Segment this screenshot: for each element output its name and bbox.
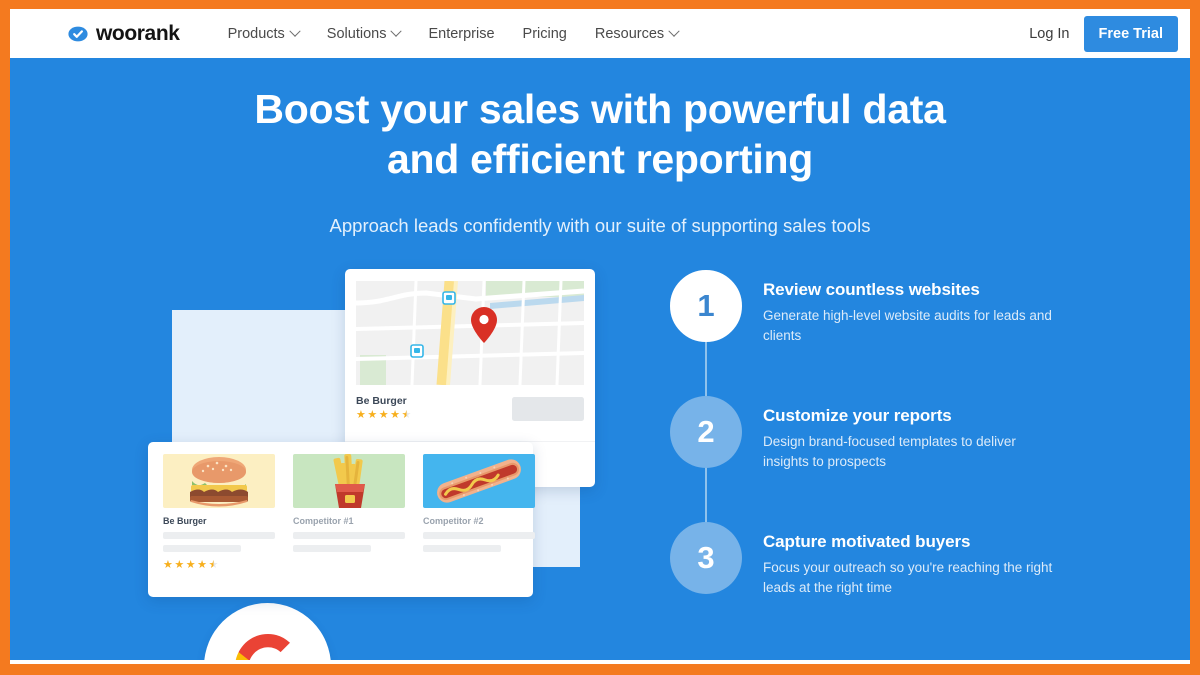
result-item[interactable]: Competitor #2 — [423, 454, 535, 571]
brand-name: woorank — [96, 22, 180, 45]
nav-label: Solutions — [326, 25, 387, 42]
step-number-badge: 3 — [670, 522, 742, 595]
hero-heading-line-1: Boost your sales with powerful data — [254, 86, 946, 132]
result-placeholder-bar — [163, 545, 242, 553]
star-icon: ★ — [378, 409, 389, 422]
step-title: Review countless websites — [763, 280, 980, 300]
step-description: Generate high-level website audits for l… — [763, 308, 1052, 343]
nav-label: Resources — [594, 25, 665, 42]
result-placeholder-bar — [163, 532, 275, 540]
chevron-down-icon — [390, 25, 403, 37]
star-icon: ★ — [163, 559, 173, 572]
star-half-icon: ★ — [401, 409, 412, 422]
step-connector-line — [705, 340, 707, 399]
chevron-down-icon — [668, 25, 680, 37]
map-thumbnail[interactable] — [356, 281, 584, 386]
nav-label: Pricing — [522, 25, 567, 42]
hotdog-image — [423, 454, 535, 509]
step-title: Capture motivated buyers — [763, 532, 971, 552]
hero-bottom-strip — [10, 660, 1190, 664]
result-placeholder-bar — [423, 545, 502, 553]
step-item-3: 3 Capture motivated buyers Focus your ou… — [670, 522, 1110, 648]
hero-heading-line-2: and efficient reporting — [387, 136, 813, 183]
results-grid: Be Burger ★ ★ ★ ★ ★ Competitor #1 Compet… — [163, 454, 535, 571]
step-number-badge: 2 — [670, 396, 742, 469]
result-item[interactable]: Competitor #1 — [293, 454, 405, 571]
map-card-info: Be Burger ★ ★ ★ ★ ★ — [356, 395, 584, 422]
steps-list: 1 Review countless websites Generate hig… — [670, 270, 1110, 648]
step-marker: 1 — [670, 270, 742, 399]
step-title: Customize your reports — [763, 406, 952, 426]
step-content: Review countless websites Generate high-… — [763, 270, 1055, 345]
star-icon: ★ — [356, 409, 366, 422]
chevron-down-icon — [289, 25, 301, 37]
step-marker: 2 — [670, 396, 742, 525]
result-item[interactable]: Be Burger ★ ★ ★ ★ ★ — [163, 454, 275, 571]
result-placeholder-bar — [423, 532, 535, 540]
step-description: Design brand-focused templates to delive… — [763, 434, 1016, 469]
login-link[interactable]: Log In — [1015, 20, 1083, 48]
step-marker: 3 — [670, 522, 742, 595]
burger-image — [163, 454, 275, 509]
result-placeholder-bar — [293, 532, 405, 540]
result-name: Competitor #2 — [423, 516, 484, 527]
nav-item-pricing[interactable]: Pricing — [509, 20, 581, 48]
nav-label: Enterprise — [428, 25, 495, 42]
rating-stars: ★ ★ ★ ★ ★ — [163, 560, 275, 571]
star-icon: ★ — [390, 409, 400, 422]
star-icon: ★ — [367, 409, 378, 422]
star-icon: ★ — [174, 559, 185, 572]
fries-image — [293, 454, 405, 509]
search-results-card[interactable]: Be Burger ★ ★ ★ ★ ★ Competitor #1 Compet… — [148, 442, 535, 598]
nav-label: Products — [227, 25, 285, 42]
nav-item-solutions[interactable]: Solutions — [313, 20, 415, 48]
step-content: Capture motivated buyers Focus your outr… — [763, 522, 1055, 597]
hero-body: Be Burger ★ ★ ★ ★ ★ Be Burger ★ ★ ★ ★ ★ … — [10, 266, 1190, 664]
step-number-badge: 1 — [670, 270, 742, 343]
product-illustration: Be Burger ★ ★ ★ ★ ★ Be Burger ★ ★ ★ ★ ★ … — [10, 266, 650, 664]
star-icon: ★ — [185, 559, 196, 572]
placeholder-thumbnail — [512, 397, 584, 422]
nav-item-enterprise[interactable]: Enterprise — [414, 20, 508, 48]
star-icon: ★ — [197, 559, 207, 572]
step-item-1: 1 Review countless websites Generate hig… — [670, 270, 1110, 399]
page-content: woorank Products Solutions Enterprise Pr… — [10, 9, 1190, 664]
browser-frame: woorank Products Solutions Enterprise Pr… — [0, 0, 1200, 675]
step-content: Customize your reports Design brand-focu… — [763, 396, 1055, 471]
result-name: Competitor #1 — [293, 516, 354, 527]
hero-heading: Boost your sales with powerful data and … — [10, 58, 1190, 184]
hero-subheading: Approach leads confidently with our suit… — [329, 215, 871, 237]
main-navigation: woorank Products Solutions Enterprise Pr… — [10, 9, 1190, 58]
step-connector-line — [705, 466, 707, 525]
google-logo-badge — [204, 603, 331, 664]
google-g-logo — [232, 631, 304, 664]
free-trial-button[interactable]: Free Trial — [1083, 15, 1178, 52]
result-placeholder-bar — [293, 545, 372, 553]
nav-item-products[interactable]: Products — [214, 20, 313, 48]
check-badge-icon — [68, 24, 88, 44]
woorank-logo[interactable]: woorank — [68, 23, 180, 44]
nav-item-resources[interactable]: Resources — [581, 20, 692, 48]
step-description: Focus your outreach so you're reaching t… — [763, 560, 1053, 595]
hero-section: Boost your sales with powerful data and … — [10, 58, 1190, 664]
step-item-2: 2 Customize your reports Design brand-fo… — [670, 396, 1110, 525]
result-name: Be Burger — [163, 516, 207, 527]
star-half-icon: ★ — [208, 559, 219, 572]
